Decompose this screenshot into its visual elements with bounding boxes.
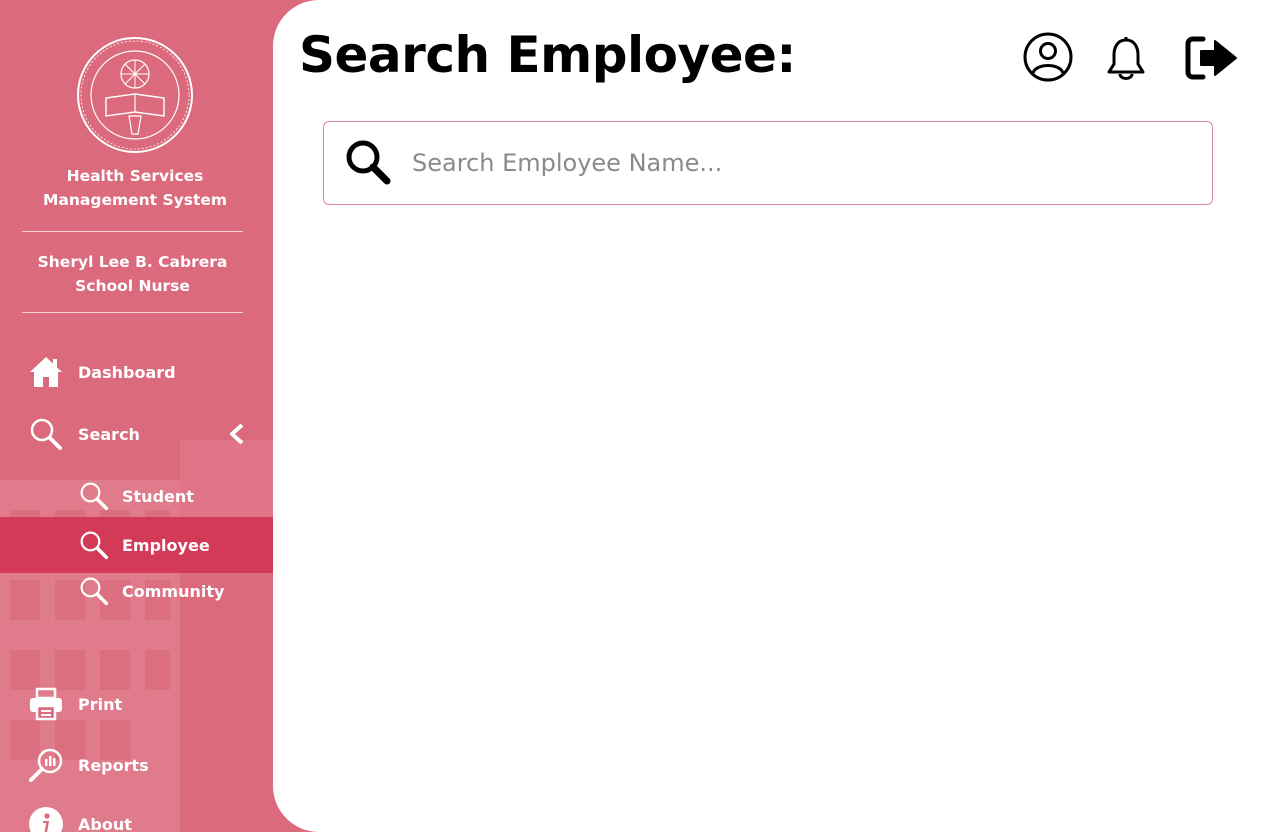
user-name: Sheryl Lee B. Cabrera: [37, 253, 228, 271]
sidebar-item-label: Student: [122, 486, 194, 506]
sidebar-item-about[interactable]: About: [0, 796, 273, 832]
divider: [22, 231, 243, 232]
chevron-left-icon[interactable]: [228, 423, 246, 445]
home-icon: [28, 354, 64, 390]
user-role: School Nurse: [75, 277, 190, 295]
sidebar-item-dashboard[interactable]: Dashboard: [0, 344, 273, 400]
sidebar-item-label: Community: [122, 581, 225, 601]
info-icon: [28, 806, 64, 832]
university-seal-logo: [77, 37, 193, 153]
search-icon: [78, 480, 110, 512]
sidebar-item-label: Print: [78, 694, 123, 714]
sidebar-subitem-community[interactable]: Community: [0, 563, 273, 619]
system-name: Health Services Management System: [22, 164, 248, 212]
divider: [22, 312, 243, 313]
logout-icon[interactable]: [1185, 36, 1239, 80]
sidebar: Health Services Management System Sheryl…: [0, 0, 300, 832]
page-title: Search Employee:: [299, 26, 796, 84]
sidebar-item-label: Employee: [122, 535, 210, 555]
system-name-line1: Health Services: [66, 167, 204, 185]
sidebar-item-reports[interactable]: Reports: [0, 737, 273, 793]
sidebar-item-print[interactable]: Print: [0, 676, 273, 732]
notification-bell-icon[interactable]: [1105, 36, 1147, 82]
main-content: Search Employee:: [273, 0, 1280, 832]
search-icon[interactable]: [344, 138, 392, 186]
user-profile-icon[interactable]: [1023, 32, 1073, 82]
search-icon: [28, 416, 64, 452]
printer-icon: [28, 686, 64, 722]
system-name-line2: Management System: [42, 191, 228, 209]
sidebar-item-label: Search: [78, 424, 140, 444]
employee-search-input[interactable]: [412, 140, 1192, 186]
employee-search-box: [323, 121, 1213, 205]
sidebar-item-label: Reports: [78, 755, 149, 775]
sidebar-subitem-student[interactable]: Student: [0, 468, 273, 524]
sidebar-item-label: Dashboard: [78, 362, 176, 382]
sidebar-item-search[interactable]: Search: [0, 406, 273, 462]
search-icon: [78, 529, 110, 561]
sidebar-item-label: About: [78, 814, 132, 832]
search-icon: [78, 575, 110, 607]
reports-icon: [28, 747, 64, 783]
user-info: Sheryl Lee B. Cabrera School Nurse: [22, 250, 243, 298]
